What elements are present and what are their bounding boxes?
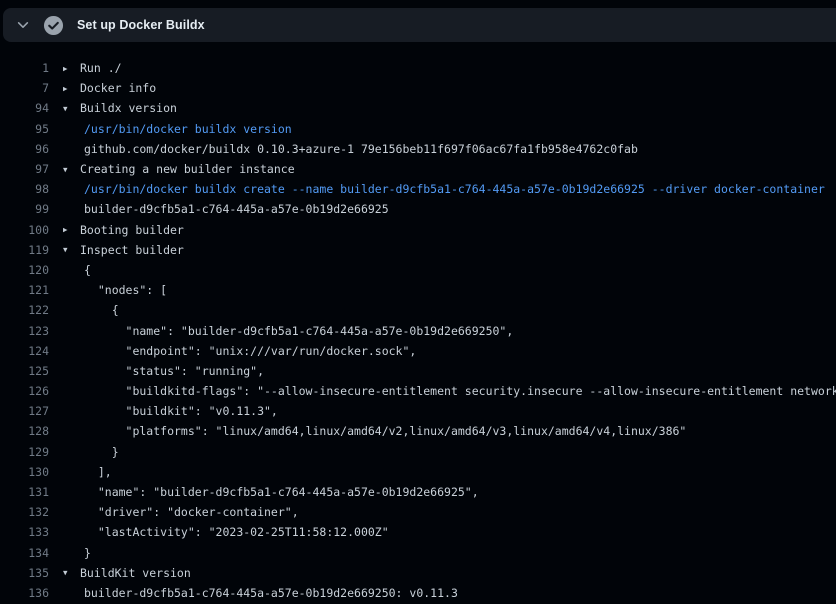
log-text: "platforms": "linux/amd64,linux/amd64/v2…	[84, 424, 686, 438]
line-number[interactable]: 125	[0, 364, 49, 378]
log-line-row: 135 ▼ BuildKit version	[0, 563, 836, 583]
log-line-row: 134 }	[0, 543, 836, 563]
check-circle-icon	[43, 15, 64, 36]
log-text: Buildx version	[80, 101, 177, 115]
line-number[interactable]: 121	[0, 283, 49, 297]
line-number[interactable]: 127	[0, 404, 49, 418]
log-text: Docker info	[80, 81, 156, 95]
step-title: Set up Docker Buildx	[77, 18, 205, 32]
log-line-row: 97 ▼ Creating a new builder instance	[0, 159, 836, 179]
line-number[interactable]: 100	[0, 223, 49, 237]
log-line-row: 127 "buildkit": "v0.11.3",	[0, 401, 836, 421]
chevron-expanded-icon[interactable]: ▼	[63, 568, 80, 577]
log-text: {	[84, 303, 119, 317]
line-number[interactable]: 98	[0, 182, 49, 196]
log-line-row: 132 "driver": "docker-container",	[0, 502, 836, 522]
line-number[interactable]: 124	[0, 344, 49, 358]
log-line-row: 119 ▼ Inspect builder	[0, 240, 836, 260]
line-number[interactable]: 96	[0, 142, 49, 156]
log-text: "driver": "docker-container",	[84, 505, 299, 519]
log-text: ],	[84, 465, 112, 479]
line-number[interactable]: 126	[0, 384, 49, 398]
log-line-row: 1 ▶ Run ./	[0, 58, 836, 78]
log-line-row: 95 /usr/bin/docker buildx version	[0, 119, 836, 139]
log-text: "endpoint": "unix:///var/run/docker.sock…	[84, 344, 416, 358]
line-number[interactable]: 130	[0, 465, 49, 479]
line-number[interactable]: 1	[0, 61, 49, 75]
log-line-row: 7 ▶ Docker info	[0, 78, 836, 98]
log-text: Creating a new builder instance	[80, 162, 295, 176]
log-text: Run ./	[80, 61, 122, 75]
actions-log-page: { "header": { "title": "Set up Docker Bu…	[0, 0, 836, 604]
log-line-row: 98 /usr/bin/docker buildx create --name …	[0, 179, 836, 199]
line-number[interactable]: 99	[0, 202, 49, 216]
line-number[interactable]: 128	[0, 424, 49, 438]
line-number[interactable]: 94	[0, 101, 49, 115]
line-number[interactable]: 7	[0, 81, 49, 95]
log-text: "status": "running",	[84, 364, 264, 378]
chevron-collapsed-icon[interactable]: ▶	[63, 84, 80, 93]
chevron-collapsed-icon[interactable]: ▶	[63, 64, 80, 73]
log-line-row: 126 "buildkitd-flags": "--allow-insecure…	[0, 381, 836, 401]
line-number[interactable]: 133	[0, 525, 49, 539]
step-header[interactable]: Set up Docker Buildx	[3, 8, 836, 42]
log-text: "nodes": [	[84, 283, 167, 297]
chevron-collapsed-icon[interactable]: ▶	[63, 225, 80, 234]
chevron-expanded-icon[interactable]: ▼	[63, 165, 80, 174]
chevron-down-icon[interactable]	[16, 18, 30, 32]
log-line-row: 100 ▶ Booting builder	[0, 220, 836, 240]
log-text: /usr/bin/docker buildx version	[84, 122, 292, 136]
log-line-row: 96 github.com/docker/buildx 0.10.3+azure…	[0, 139, 836, 159]
log-line-row: 123 "name": "builder-d9cfb5a1-c764-445a-…	[0, 320, 836, 340]
log-line-row: 122 {	[0, 300, 836, 320]
log-text: }	[84, 445, 119, 459]
log-text: "buildkit": "v0.11.3",	[84, 404, 278, 418]
line-number[interactable]: 129	[0, 445, 49, 459]
log-line-row: 124 "endpoint": "unix:///var/run/docker.…	[0, 341, 836, 361]
chevron-expanded-icon[interactable]: ▼	[63, 245, 80, 254]
log-text: {	[84, 263, 91, 277]
line-number[interactable]: 131	[0, 485, 49, 499]
log-line-row: 136 builder-d9cfb5a1-c764-445a-a57e-0b19…	[0, 583, 836, 603]
log-line-row: 128 "platforms": "linux/amd64,linux/amd6…	[0, 421, 836, 441]
log-line-row: 99 builder-d9cfb5a1-c764-445a-a57e-0b19d…	[0, 199, 836, 219]
log-text: "buildkitd-flags": "--allow-insecure-ent…	[84, 384, 836, 398]
chevron-expanded-icon[interactable]: ▼	[63, 104, 80, 113]
log-text: }	[84, 546, 91, 560]
log-text: "lastActivity": "2023-02-25T11:58:12.000…	[84, 525, 389, 539]
line-number[interactable]: 122	[0, 303, 49, 317]
log-text: builder-d9cfb5a1-c764-445a-a57e-0b19d2e6…	[84, 202, 389, 216]
log-lines: 1 ▶ Run ./ 7 ▶ Docker info 94 ▼ Buildx v…	[0, 58, 836, 604]
log-text: builder-d9cfb5a1-c764-445a-a57e-0b19d2e6…	[84, 586, 458, 600]
log-line-row: 94 ▼ Buildx version	[0, 98, 836, 118]
line-number[interactable]: 134	[0, 546, 49, 560]
log-text: Inspect builder	[80, 243, 184, 257]
line-number[interactable]: 97	[0, 162, 49, 176]
line-number[interactable]: 95	[0, 122, 49, 136]
line-number[interactable]: 123	[0, 324, 49, 338]
line-number[interactable]: 135	[0, 566, 49, 580]
log-text: "name": "builder-d9cfb5a1-c764-445a-a57e…	[84, 485, 479, 499]
line-number[interactable]: 132	[0, 505, 49, 519]
log-line-row: 131 "name": "builder-d9cfb5a1-c764-445a-…	[0, 482, 836, 502]
log-line-row: 120 {	[0, 260, 836, 280]
log-text: Booting builder	[80, 223, 184, 237]
log-line-row: 125 "status": "running",	[0, 361, 836, 381]
log-text: "name": "builder-d9cfb5a1-c764-445a-a57e…	[84, 324, 513, 338]
line-number[interactable]: 119	[0, 243, 49, 257]
line-number[interactable]: 120	[0, 263, 49, 277]
log-text: github.com/docker/buildx 0.10.3+azure-1 …	[84, 142, 638, 156]
line-number[interactable]: 136	[0, 586, 49, 600]
log-line-row: 133 "lastActivity": "2023-02-25T11:58:12…	[0, 522, 836, 542]
log-text: /usr/bin/docker buildx create --name bui…	[84, 182, 825, 196]
log-line-row: 121 "nodes": [	[0, 280, 836, 300]
log-line-row: 130 ],	[0, 462, 836, 482]
log-text: BuildKit version	[80, 566, 191, 580]
log-line-row: 129 }	[0, 442, 836, 462]
